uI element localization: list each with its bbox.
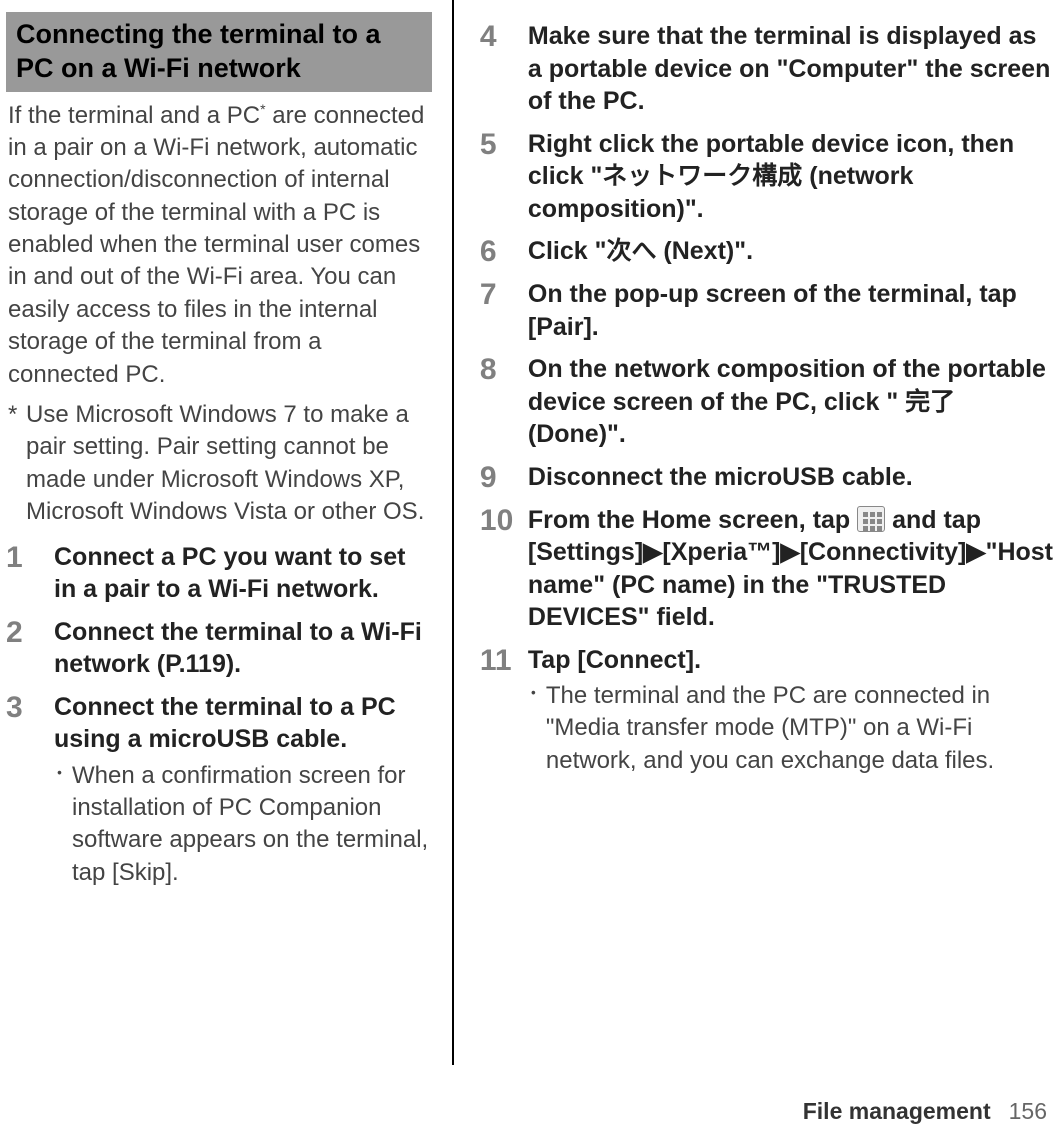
step-sub-text: The terminal and the PC are connected in… [546, 680, 1053, 777]
left-column: Connecting the terminal to a PC on a Wi-… [0, 0, 454, 1065]
step-title: Disconnect the microUSB cable. [528, 461, 1053, 494]
step-number: 5 [480, 128, 528, 226]
step-number: 11 [480, 644, 528, 778]
step-title: Connect the terminal to a Wi-Fi network … [54, 616, 432, 681]
intro-text-after: are connected in a pair on a Wi-Fi netwo… [8, 102, 424, 388]
step-title: Click "次へ (Next)". [528, 235, 1053, 268]
right-column: 4 Make sure that the terminal is display… [454, 0, 1063, 1065]
intro-paragraph: If the terminal and a PC* are connected … [8, 100, 430, 392]
step-number: 1 [6, 541, 54, 606]
intro-text-before: If the terminal and a PC [8, 102, 260, 129]
page-footer: File management 156 [803, 1098, 1047, 1125]
footnote-marker: * [8, 399, 26, 529]
section-title: Connecting the terminal to a PC on a Wi-… [16, 18, 422, 86]
step-title: Make sure that the terminal is displayed… [528, 20, 1053, 118]
step-number: 7 [480, 278, 528, 343]
step-title: On the network composition of the portab… [528, 353, 1053, 451]
step-11: 11 Tap [Connect]. ･ The terminal and the… [480, 644, 1053, 778]
step-sub: ･ When a confirmation screen for install… [54, 760, 432, 890]
step-2: 2 Connect the terminal to a Wi-Fi networ… [6, 616, 432, 681]
step-5: 5 Right click the portable device icon, … [480, 128, 1053, 226]
step-title: On the pop-up screen of the terminal, ta… [528, 278, 1053, 343]
step-number: 3 [6, 691, 54, 890]
step-1: 1 Connect a PC you want to set in a pair… [6, 541, 432, 606]
step-number: 8 [480, 353, 528, 451]
step-number: 2 [6, 616, 54, 681]
step-title: Right click the portable device icon, th… [528, 128, 1053, 226]
bullet-icon: ･ [54, 760, 72, 890]
bullet-icon: ･ [528, 680, 546, 777]
step-number: 4 [480, 20, 528, 118]
section-header: Connecting the terminal to a PC on a Wi-… [6, 12, 432, 92]
step-title: Tap [Connect]. [528, 644, 1053, 677]
step-10: 10 From the Home screen, tap and tap [Se… [480, 504, 1053, 634]
step-sub: ･ The terminal and the PC are connected … [528, 680, 1053, 777]
footnote: * Use Microsoft Windows 7 to make a pair… [8, 399, 430, 529]
page-number: 156 [1009, 1098, 1047, 1124]
apps-grid-icon [857, 506, 885, 532]
step-9: 9 Disconnect the microUSB cable. [480, 461, 1053, 494]
step-6: 6 Click "次へ (Next)". [480, 235, 1053, 268]
step-title-pre: From the Home screen, tap [528, 506, 857, 534]
step-7: 7 On the pop-up screen of the terminal, … [480, 278, 1053, 343]
step-title: Connect the terminal to a PC using a mic… [54, 691, 432, 756]
step-title: Connect a PC you want to set in a pair t… [54, 541, 432, 606]
footer-section: File management [803, 1098, 991, 1124]
step-4: 4 Make sure that the terminal is display… [480, 20, 1053, 118]
footnote-text: Use Microsoft Windows 7 to make a pair s… [26, 399, 430, 529]
step-3: 3 Connect the terminal to a PC using a m… [6, 691, 432, 890]
step-title: From the Home screen, tap and tap [Setti… [528, 504, 1053, 634]
step-8: 8 On the network composition of the port… [480, 353, 1053, 451]
step-sub-text: When a confirmation screen for installat… [72, 760, 432, 890]
step-number: 10 [480, 504, 528, 634]
step-number: 9 [480, 461, 528, 494]
step-number: 6 [480, 235, 528, 268]
